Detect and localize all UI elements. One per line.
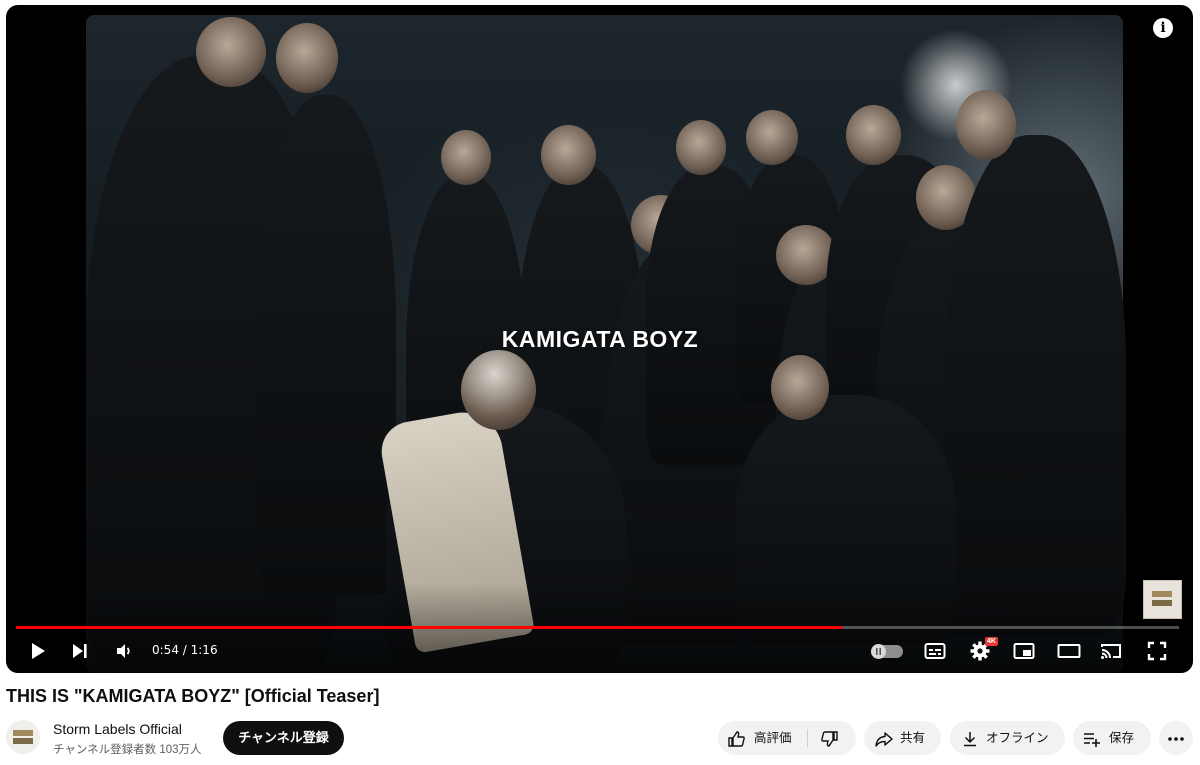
next-button[interactable] [70, 641, 90, 661]
save-label: 保存 [1109, 731, 1135, 745]
video-title: THIS IS "KAMIGATA BOYZ" [Official Teaser… [6, 686, 380, 706]
time-current: 0:54 [152, 643, 179, 657]
share-icon [875, 732, 893, 747]
dislike-button[interactable] [808, 721, 856, 755]
download-icon [964, 732, 976, 747]
fullscreen-icon [1147, 641, 1167, 661]
share-button[interactable]: 共有 [864, 721, 941, 755]
next-icon [73, 644, 87, 658]
play-icon [32, 643, 45, 659]
thumbs-down-icon [821, 731, 838, 747]
progress-bar[interactable] [16, 626, 1179, 629]
thumbs-up-icon [728, 731, 745, 747]
offline-label: オフライン [986, 731, 1049, 745]
autoplay-toggle[interactable] [871, 644, 903, 659]
subtitles-icon [924, 643, 946, 659]
more-horizontal-icon [1168, 737, 1184, 741]
like-label: 高評価 [754, 731, 792, 745]
offline-button[interactable]: オフライン [950, 721, 1065, 755]
miniplayer-button[interactable] [1013, 641, 1035, 661]
progress-played [16, 626, 842, 629]
like-dislike-group: 高評価 [718, 721, 856, 755]
miniplayer-icon [1013, 643, 1035, 659]
playlist-add-icon [1084, 733, 1100, 747]
time-display: 0:54 / 1:16 [152, 643, 218, 657]
subscribe-button[interactable]: チャンネル登録 [223, 721, 344, 755]
subscriber-count: チャンネル登録者数 103万人 [53, 744, 202, 756]
time-total: 1:16 [190, 643, 218, 657]
channel-watermark[interactable] [1143, 580, 1182, 619]
save-button[interactable]: 保存 [1073, 721, 1151, 755]
theater-mode-button[interactable] [1057, 641, 1081, 661]
more-actions-button[interactable] [1159, 721, 1193, 755]
channel-avatar[interactable] [6, 720, 40, 754]
theater-icon [1057, 644, 1081, 658]
time-separator: / [178, 643, 191, 657]
autoplay-knob [871, 644, 886, 659]
video-overlay-title: KAMIGATA BOYZ [501, 326, 699, 352]
fullscreen-button[interactable] [1147, 641, 1167, 661]
play-button[interactable] [28, 641, 48, 661]
channel-name[interactable]: Storm Labels Official [53, 721, 182, 737]
pause-icon [876, 648, 881, 655]
mute-button[interactable] [114, 641, 134, 661]
volume-icon [117, 644, 130, 658]
quality-badge: 4K [985, 637, 998, 646]
share-label: 共有 [900, 731, 926, 745]
cast-icon [1101, 644, 1121, 659]
subtitles-button[interactable] [924, 641, 946, 661]
cast-button[interactable] [1100, 641, 1122, 661]
info-icon[interactable]: i [1153, 18, 1173, 38]
like-button[interactable]: 高評価 [718, 721, 807, 755]
